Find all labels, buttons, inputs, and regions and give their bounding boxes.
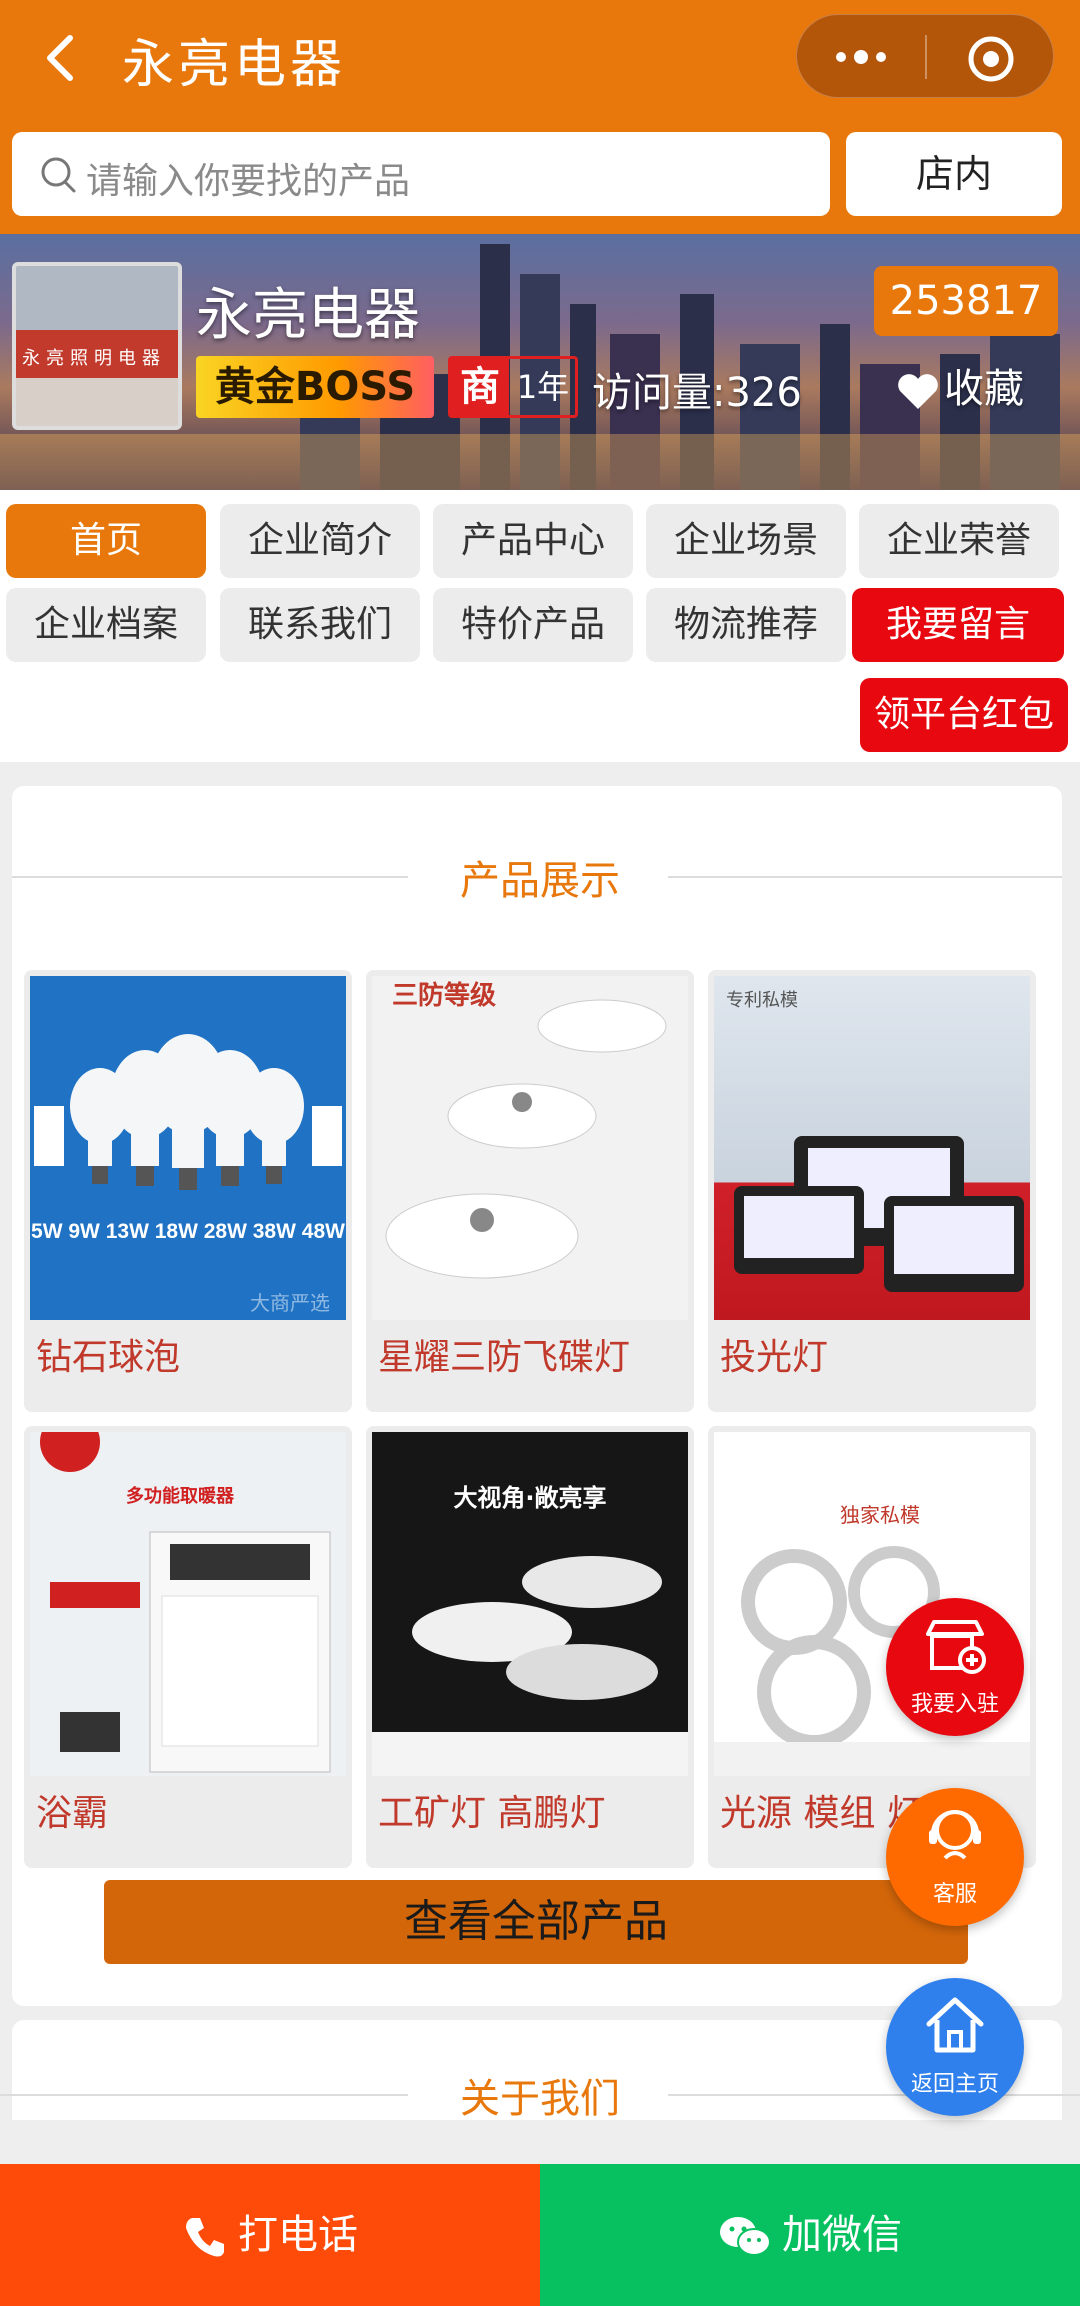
product-image: 专利私模 bbox=[714, 976, 1030, 1320]
bath-heater-image: 多功能取暖器 bbox=[40, 1432, 331, 1773]
product-image-text: 专利私模 bbox=[726, 990, 798, 1011]
more-dots-icon bbox=[836, 50, 886, 64]
ufo-lamp-image: 三防等级 bbox=[385, 980, 667, 1279]
product-image-text: 多功能取暖器 bbox=[126, 1485, 235, 1507]
product-name: 钻石球泡 bbox=[36, 1337, 181, 1378]
home-label: 返回主页 bbox=[910, 2072, 999, 2097]
floodlight-image: 专利私模 bbox=[726, 990, 1024, 1292]
home-float-button[interactable]: 返回主页 bbox=[886, 1978, 1024, 2116]
target-icon bbox=[968, 36, 1014, 82]
merchant-years: 1年 bbox=[516, 368, 570, 406]
phone-icon bbox=[186, 2218, 224, 2257]
nav-leave-message[interactable]: 我要留言 bbox=[852, 588, 1064, 662]
add-wechat-button[interactable]: 加微信 bbox=[540, 2164, 1080, 2306]
search-icon bbox=[41, 157, 76, 193]
shop-plus-icon bbox=[926, 1620, 986, 1674]
visit-count: 访问量:326 bbox=[592, 370, 802, 416]
shop-id-badge: 253817 bbox=[874, 266, 1058, 336]
shop-banner: 永亮照明电器 永亮电器 253817 黄金BOSS 商 1年 访问量:326 收… bbox=[0, 234, 1080, 490]
merchant-years-badge: 商 1年 bbox=[448, 356, 578, 418]
join-label: 我要入驻 bbox=[910, 1692, 999, 1717]
product-image-text: 大视角·敞亮享 bbox=[453, 1484, 606, 1512]
nav-product-center[interactable]: 产品中心 bbox=[433, 504, 633, 578]
product-name: 星耀三防飞碟灯 bbox=[378, 1337, 631, 1378]
product-image: 5W 9W 13W 18W 28W 38W 48W 大商严选 bbox=[30, 976, 346, 1320]
more-button[interactable] bbox=[829, 43, 893, 71]
headset-icon bbox=[929, 1810, 981, 1860]
search-input[interactable]: 请输入你要找的产品 bbox=[12, 132, 830, 216]
product-card[interactable]: 三防等级 星耀三防飞碟灯 bbox=[366, 970, 694, 1412]
call-button[interactable]: 打电话 bbox=[0, 2164, 540, 2306]
product-name: 浴霸 bbox=[36, 1793, 109, 1834]
home-icon bbox=[926, 1997, 984, 2053]
mini-program-capsule bbox=[796, 14, 1054, 98]
search-placeholder: 请输入你要找的产品 bbox=[86, 161, 411, 202]
view-all-products-button[interactable]: 查看全部产品 bbox=[104, 1880, 968, 1964]
product-section-title: 产品展示 bbox=[460, 858, 620, 904]
call-label: 打电话 bbox=[238, 2212, 358, 2258]
bulb-image: 5W 9W 13W 18W 28W 38W 48W 大商严选 bbox=[31, 1034, 345, 1315]
chevron-left-icon bbox=[47, 35, 73, 81]
back-button[interactable] bbox=[36, 28, 86, 88]
nav-logistics[interactable]: 物流推荐 bbox=[646, 588, 846, 662]
close-mini-program-button[interactable] bbox=[967, 35, 1015, 83]
capsule-divider bbox=[925, 35, 927, 79]
nav-company-archive[interactable]: 企业档案 bbox=[6, 588, 206, 662]
shop-name: 永亮电器 bbox=[196, 283, 420, 348]
shop-photo: 永亮照明电器 bbox=[12, 262, 182, 430]
product-card[interactable]: 专利私模 投光灯 bbox=[708, 970, 1036, 1412]
service-label: 客服 bbox=[932, 1882, 977, 1907]
red-packet-button[interactable]: 领平台红包 bbox=[860, 678, 1068, 752]
heart-icon bbox=[898, 374, 938, 409]
store-scope-button[interactable]: 店内 bbox=[846, 132, 1062, 216]
favorite-label: 收藏 bbox=[944, 366, 1024, 412]
nav-company-scenes[interactable]: 企业场景 bbox=[646, 504, 846, 578]
product-image-text: 独家私模 bbox=[840, 1503, 920, 1527]
nav-company-honors[interactable]: 企业荣誉 bbox=[859, 504, 1059, 578]
shop-photo-sign: 永亮照明电器 bbox=[22, 348, 166, 369]
nav-contact-us[interactable]: 联系我们 bbox=[220, 588, 420, 662]
nav-home[interactable]: 首页 bbox=[6, 504, 206, 578]
product-image: 多功能取暖器 bbox=[30, 1432, 346, 1776]
customer-service-button[interactable]: 客服 bbox=[886, 1788, 1024, 1926]
merchant-mark: 商 bbox=[451, 359, 509, 415]
app-title: 永亮电器 bbox=[122, 35, 347, 95]
product-image-watermark: 大商严选 bbox=[250, 1291, 330, 1315]
product-image-text: 三防等级 bbox=[392, 980, 496, 1011]
bottom-action-bar: 打电话 加微信 bbox=[0, 2164, 1080, 2306]
product-card[interactable]: 多功能取暖器 浴霸 bbox=[24, 1426, 352, 1868]
nav-company-intro[interactable]: 企业简介 bbox=[220, 504, 420, 578]
industrial-lamp-image: 大视角·敞亮享 bbox=[372, 1484, 688, 1776]
product-image-text: 5W 9W 13W 18W 28W 38W 48W bbox=[31, 1220, 345, 1243]
shop-nav: 首页 企业简介 产品中心 企业场景 企业荣誉 企业档案 联系我们 特价产品 物流… bbox=[0, 490, 1080, 762]
top-bar: 永亮电器 请输入你要找的产品 店内 bbox=[0, 0, 1080, 234]
product-image: 三防等级 bbox=[372, 976, 688, 1320]
wechat-label: 加微信 bbox=[782, 2212, 902, 2258]
nav-special-products[interactable]: 特价产品 bbox=[433, 588, 633, 662]
join-float-button[interactable]: 我要入驻 bbox=[886, 1598, 1024, 1736]
product-card[interactable]: 5W 9W 13W 18W 28W 38W 48W 大商严选 钻石球泡 bbox=[24, 970, 352, 1412]
product-name: 工矿灯 高鹏灯 bbox=[378, 1793, 606, 1834]
product-card[interactable]: 大视角·敞亮享 工矿灯 高鹏灯 bbox=[366, 1426, 694, 1868]
favorite-button[interactable]: 收藏 bbox=[896, 358, 1024, 420]
wechat-icon bbox=[720, 2217, 771, 2256]
gold-boss-badge: 黄金BOSS bbox=[196, 356, 434, 418]
product-name: 投光灯 bbox=[720, 1337, 829, 1378]
product-image: 大视角·敞亮享 bbox=[372, 1432, 688, 1776]
